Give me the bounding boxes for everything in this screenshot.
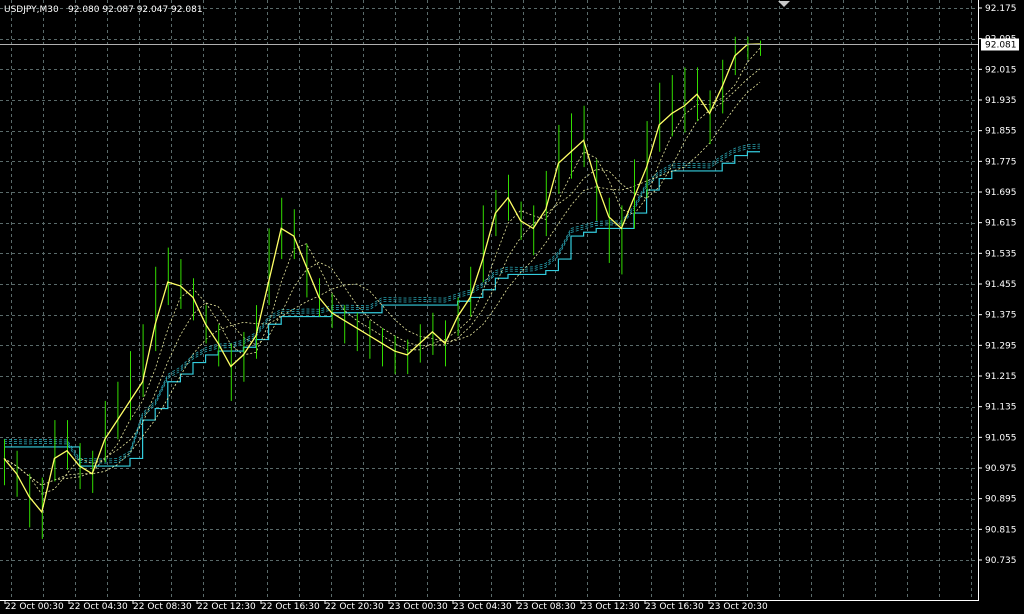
price-axis-labels: 92.17592.09592.01591.93591.85591.77591.6…: [978, 4, 1017, 566]
time-tick-label: 22 Oct 00:30: [5, 602, 64, 612]
time-tick-label: 22 Oct 12:30: [197, 602, 256, 612]
price-tick-label: 91.135: [985, 403, 1017, 413]
chart-grid: [0, 0, 978, 600]
price-tick-label: 91.455: [985, 280, 1017, 290]
time-axis-labels: 22 Oct 00:30 22 Oct 04:30 22 Oct 08:30 22 O…: [4, 600, 768, 612]
price-tick-label: 92.015: [985, 65, 1017, 75]
time-tick-label: 23 Oct 08:30: [517, 602, 576, 612]
time-tick-label: 23 Oct 16:30: [645, 602, 704, 612]
time-tick-label: 23 Oct 04:30: [453, 602, 512, 612]
price-tick-label: 91.055: [985, 433, 1017, 443]
price-line: [3, 43, 761, 514]
price-tick-label: 91.695: [985, 188, 1017, 198]
time-tick-label: 23 Oct 00:30: [389, 602, 448, 612]
price-chart[interactable]: 92.17592.09592.01591.93591.85591.77591.6…: [0, 0, 1024, 614]
price-tick-label: 90.975: [985, 464, 1017, 474]
price-tick-label: 91.375: [985, 311, 1017, 321]
time-tick-label: 23 Oct 12:30: [581, 602, 640, 612]
quote-values: 92.080 92.087 92.047 92.081: [68, 5, 203, 15]
time-tick-label: 22 Oct 20:30: [325, 602, 384, 612]
price-badge: 92.081: [981, 38, 1019, 51]
candle-bars: [4, 36, 761, 539]
close-price-line: [3, 43, 761, 514]
price-tick-label: 91.535: [985, 249, 1017, 259]
price-tick-label: 90.895: [985, 495, 1017, 505]
price-tick-label: 91.775: [985, 157, 1017, 167]
time-tick-label: 22 Oct 08:30: [133, 602, 192, 612]
price-badge-label: 92.081: [985, 41, 1017, 51]
time-tick-label: 23 Oct 20:30: [709, 602, 768, 612]
time-tick-label: 22 Oct 04:30: [69, 602, 128, 612]
price-tick-label: 91.615: [985, 219, 1017, 229]
price-tick-label: 92.175: [985, 4, 1017, 14]
price-tick-label: 91.295: [985, 341, 1017, 351]
time-tick-label: 22 Oct 16:30: [261, 602, 320, 612]
price-tick-label: 91.215: [985, 372, 1017, 382]
price-tick-label: 90.815: [985, 525, 1017, 535]
price-tick-label: 91.855: [985, 127, 1017, 137]
symbol-label: USDJPY,M30: [4, 5, 59, 15]
price-tick-label: 91.935: [985, 96, 1017, 106]
price-tick-label: 90.735: [985, 556, 1017, 566]
